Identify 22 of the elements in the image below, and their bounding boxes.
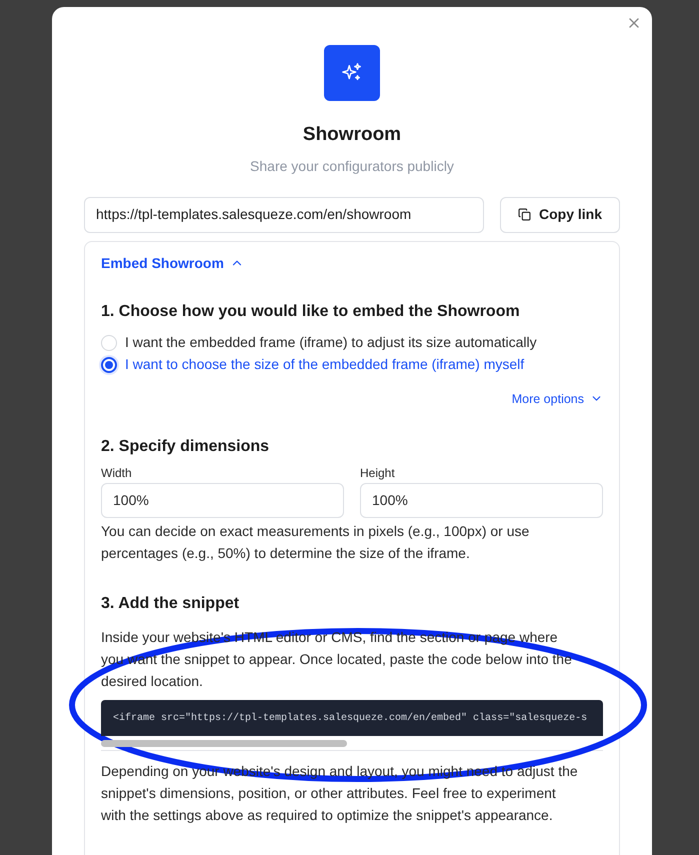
field-label: Height: [360, 465, 396, 482]
dialog-title: Showroom: [302, 123, 402, 147]
radio-button: [101, 334, 117, 350]
sparkles-icon: [324, 45, 380, 101]
dimension-field[interactable]: 100%: [101, 483, 344, 518]
radio-option[interactable]: I want to choose the size of the embedded frame (iframe) myself: [101, 356, 603, 374]
url-field[interactable]: https://tpl-templates.salesqueze.com/en/showroom: [84, 196, 484, 232]
code-snippet: <iframe src="https://tpl-templates.salesqueze.com/en/embed" class="salesqueze-s: [113, 712, 588, 726]
help-text: You can decide on exact measurements in pixels (e.g., 100px) or use percentages (e.g., 50%) to determine the size of the iframe.: [101, 522, 530, 564]
copy-link-button[interactable]: Copy link: [500, 196, 620, 232]
more-options-link[interactable]: More options: [512, 390, 603, 408]
radio-option[interactable]: I want the embedded frame (iframe) to adjust its size automatically: [101, 334, 603, 352]
section-heading: 2. Specify dimensions: [101, 437, 270, 458]
field-label: Width: [101, 465, 133, 482]
dialog-subtitle: Share your configurators publicly: [250, 156, 454, 176]
copy-icon: [518, 208, 531, 221]
embed-showroom-toggle[interactable]: Embed Showroom: [101, 252, 244, 274]
scrollbar[interactable]: [101, 740, 347, 748]
dimension-field[interactable]: 100%: [360, 483, 603, 518]
section-heading: 1. Choose how you would like to embed the Showroom: [101, 302, 521, 322]
radio-button: [101, 356, 117, 372]
section-heading: 3. Add the snippet: [101, 594, 240, 614]
